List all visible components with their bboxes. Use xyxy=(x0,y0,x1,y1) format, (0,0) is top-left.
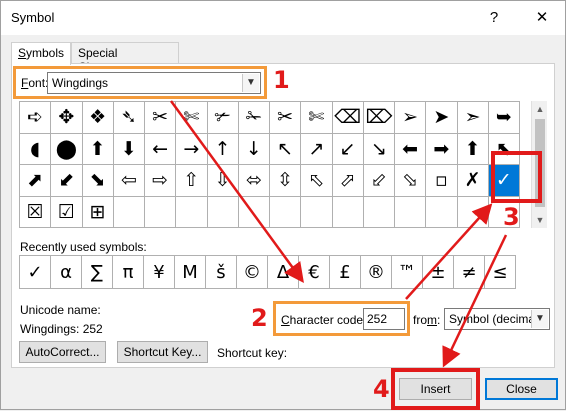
arrow-charcode-to-symbol xyxy=(405,203,493,300)
tab-symbols-label: ymbols xyxy=(26,46,65,60)
symbol-dialog: Symbol ? ✕ Symbols Special Characters Fo… xyxy=(0,0,566,410)
tab-symbols[interactable]: Symbols xyxy=(11,42,71,65)
arrow-font-to-charcode xyxy=(169,100,304,284)
tab-symbols-mnemonic: S xyxy=(18,46,27,60)
arrow-symbol-to-insert xyxy=(442,234,508,368)
annotation-arrows xyxy=(169,100,508,368)
